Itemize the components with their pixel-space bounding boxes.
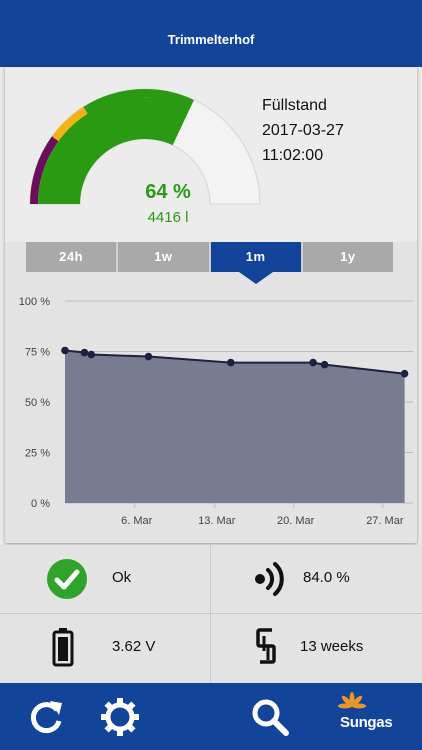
age-cell: 13 weeks <box>211 614 421 682</box>
status-grid: Ok 84.0 % 3.62 V 13 weeks <box>0 545 422 683</box>
data-point <box>61 346 69 355</box>
y-tick-label: 50 % <box>25 397 50 409</box>
page-title: Trimmelterhof <box>167 32 255 47</box>
battery-icon <box>52 628 74 667</box>
sungas-logo-icon <box>338 692 366 709</box>
range-tabs: 24h 1w 1m 1y <box>26 242 393 284</box>
series-area <box>65 350 405 503</box>
signal-cell: 84.0 % <box>211 545 421 613</box>
data-point <box>226 358 235 367</box>
data-point <box>320 360 329 369</box>
reading-date: 2017-03-27 <box>262 122 344 139</box>
signal-icon <box>255 562 284 596</box>
tab-1y[interactable]: 1y <box>302 242 393 272</box>
status-text: Ok <box>112 569 132 586</box>
signal-text: 84.0 % <box>303 569 350 586</box>
y-tick-label: 75 % <box>25 347 50 359</box>
brand-name: Sungas <box>340 714 393 731</box>
data-point <box>80 348 89 357</box>
battery-cell: 3.62 V <box>0 614 210 682</box>
data-point <box>144 352 153 361</box>
tank-card: 64 % 4416 l Füllstand 2017-03-27 11:02:0… <box>5 67 417 543</box>
x-tick-label: 27. Mar <box>366 515 404 527</box>
tab-1m[interactable]: 1m <box>210 242 303 284</box>
reading-info: Füllstand 2017-03-27 11:02:00 <box>262 93 344 168</box>
bottom-toolbar: Sungas <box>0 683 422 750</box>
gauge-panel: 64 % 4416 l Füllstand 2017-03-27 11:02:0… <box>5 67 417 242</box>
data-point <box>87 350 96 359</box>
settings-gear-icon[interactable] <box>100 697 140 737</box>
data-point <box>309 358 317 367</box>
history-panel: 24h 1w 1m 1y 100 % 75 % 50 % 25 % 0 % 6. Mar 1… <box>5 242 417 543</box>
check-circle-icon <box>47 559 87 599</box>
y-tick-label: 0 % <box>31 498 50 510</box>
search-icon[interactable] <box>250 697 290 737</box>
fill-percent: 64 % <box>145 181 191 203</box>
data-point <box>400 369 409 378</box>
x-tick-label: 13. Mar <box>198 515 236 527</box>
refresh-icon[interactable] <box>26 697 66 737</box>
reading-label: Füllstand <box>262 97 327 114</box>
tab-1w[interactable]: 1w <box>118 242 211 272</box>
reading-time: 11:02:00 <box>262 147 324 164</box>
age-text: 13 weeks <box>300 638 364 655</box>
x-tick-label: 6. Mar <box>121 515 153 527</box>
status-cell: Ok <box>0 545 210 613</box>
tab-24h[interactable]: 24h <box>26 242 119 272</box>
y-tick-label: 25 % <box>25 448 50 460</box>
x-tick-label: 20. Mar <box>277 515 315 527</box>
sensor-link-icon <box>256 628 276 664</box>
app-header: Trimmelterhof <box>0 0 422 67</box>
fill-liters: 4416 l <box>147 209 189 226</box>
battery-text: 3.62 V <box>112 638 156 655</box>
level-history-chart: 100 % 75 % 50 % 25 % 0 % 6. Mar 13. Mar 20. Mar… <box>19 296 413 527</box>
y-tick-label: 100 % <box>19 296 50 308</box>
